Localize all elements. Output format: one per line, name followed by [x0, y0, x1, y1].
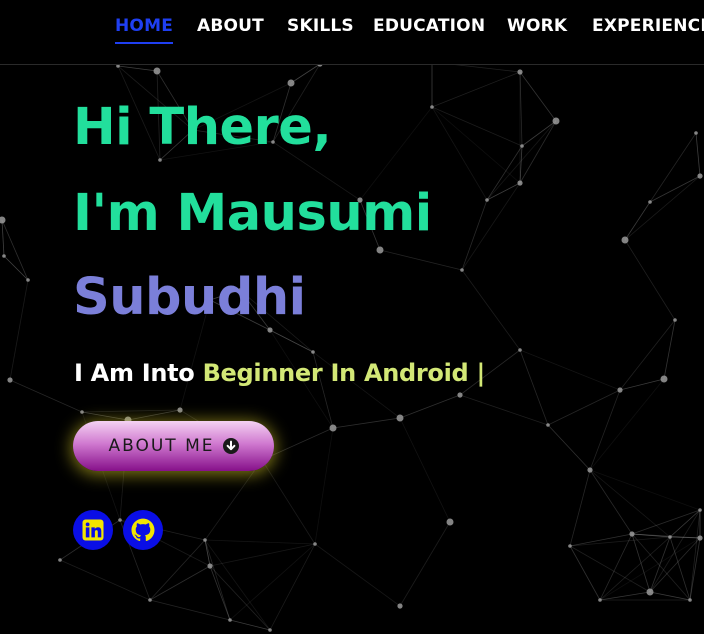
- hero-greeting: Hi There,: [73, 98, 332, 157]
- about-me-label: ABOUT ME: [108, 436, 215, 456]
- nav-home[interactable]: HOME: [115, 16, 174, 44]
- nav-skills[interactable]: SKILLS: [287, 16, 354, 36]
- hero-intro: I'm Mausumi: [73, 184, 432, 243]
- linkedin-icon: [82, 519, 104, 541]
- github-link[interactable]: [123, 510, 163, 550]
- nav-experience[interactable]: EXPERIENCE: [592, 16, 704, 36]
- nav-education[interactable]: EDUCATION: [373, 16, 485, 36]
- about-me-button[interactable]: ABOUT ME: [73, 421, 274, 471]
- github-icon: [131, 518, 155, 542]
- chevron-down-circle-icon: [222, 438, 239, 454]
- hero-surname: Subudhi: [73, 268, 306, 327]
- typed-tagline: I Am Into Beginner In Android |: [74, 359, 485, 387]
- linkedin-link[interactable]: [73, 510, 113, 550]
- typed-role: Beginner In Android |: [202, 359, 486, 387]
- nav-work[interactable]: WORK: [507, 16, 567, 36]
- hero-section: HOME ABOUT SKILLS EDUCATION WORK EXPERIE…: [0, 0, 704, 634]
- nav-about[interactable]: ABOUT: [197, 16, 264, 36]
- navbar: HOME ABOUT SKILLS EDUCATION WORK EXPERIE…: [0, 0, 704, 65]
- typed-prefix: I Am Into: [74, 359, 195, 387]
